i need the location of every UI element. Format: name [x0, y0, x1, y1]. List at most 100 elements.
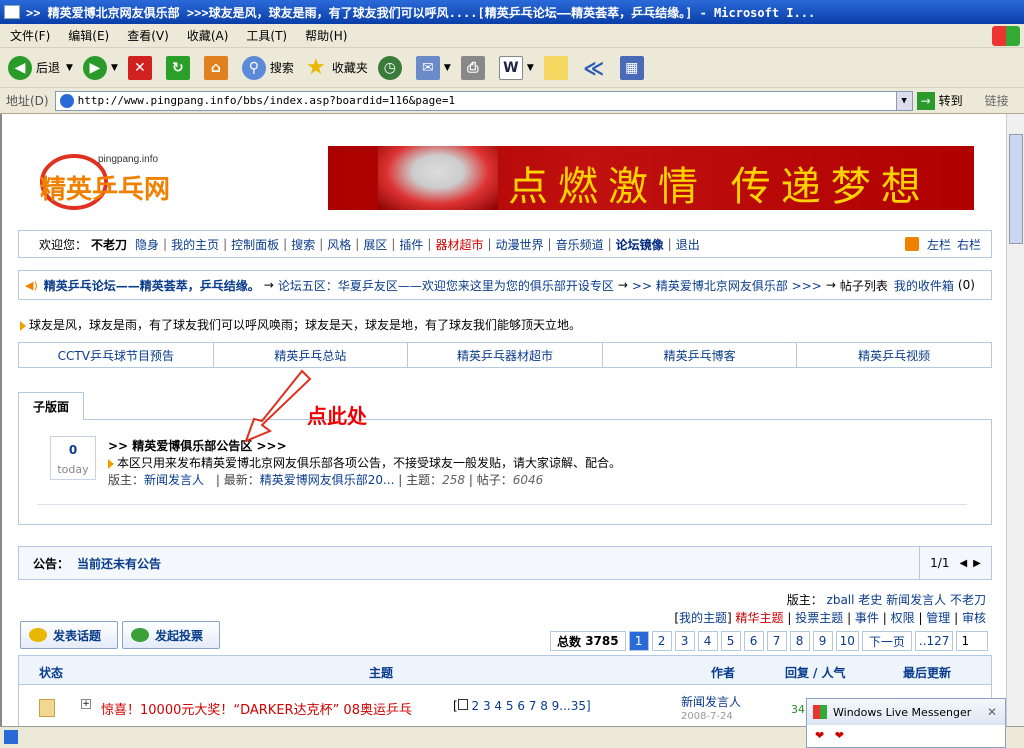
discuss-button[interactable] — [543, 55, 572, 80]
page-8[interactable]: 8 — [789, 631, 810, 651]
link-mirror[interactable]: 论坛镜像 — [616, 236, 664, 253]
link-homepage[interactable]: 我的主页 — [171, 236, 219, 253]
menu-favorites[interactable]: 收藏(A) — [187, 27, 229, 44]
address-input[interactable]: http://www.pingpang.info/bbs/index.asp?b… — [54, 90, 913, 111]
close-icon[interactable]: ✕ — [987, 705, 997, 719]
research-button[interactable]: ▦ — [619, 55, 648, 80]
page-jump-input[interactable]: 1 — [956, 631, 989, 651]
chevron-down-icon[interactable]: ▼ — [444, 63, 451, 73]
link-elite-topics[interactable]: 精华主题 — [736, 611, 784, 625]
page-1[interactable]: 1 — [628, 631, 649, 651]
mail-button[interactable]: ✉ ▼ — [415, 55, 451, 80]
link-gallery[interactable]: 展区 — [363, 236, 387, 253]
next-page-button[interactable]: 下一页 — [861, 631, 912, 651]
moderator-name[interactable]: 新闻发言人 — [886, 593, 946, 607]
page-9[interactable]: 9 — [812, 631, 833, 651]
expand-icon[interactable]: + — [81, 699, 91, 709]
breadcrumb-section[interactable]: 论坛五区：华夏乒友区——欢迎您来这里为您的俱乐部开设专区 — [278, 277, 614, 294]
subforum-latest-post[interactable]: 精英爱博网友俱乐部20... — [260, 473, 395, 487]
new-poll-button[interactable]: 发起投票 — [122, 621, 220, 649]
topic-title[interactable]: 惊喜！10000元大奖！“DARKER达克杯” 08奥运乒乓 — [101, 699, 412, 718]
rss-icon[interactable] — [904, 237, 919, 251]
page-4[interactable]: 4 — [697, 631, 718, 651]
announcement-text[interactable]: 当前还未有公告 — [77, 555, 161, 572]
messenger-popup[interactable]: Windows Live Messenger ✕ ❤ ❤ — [806, 698, 1006, 748]
link-permissions[interactable]: 权限 — [891, 611, 915, 625]
banner-image[interactable]: 点燃激情 传递梦想 — [328, 146, 974, 210]
page-2[interactable]: 2 — [651, 631, 672, 651]
edit-button[interactable]: W ▼ — [498, 55, 534, 80]
last-page-button[interactable]: ..127 — [914, 631, 954, 651]
link-equipment-shop[interactable]: 精英乒乓器材超市 — [408, 343, 603, 367]
moderator-name[interactable]: zball — [827, 593, 855, 607]
next-icon[interactable]: ▶ — [973, 558, 981, 569]
link-anime[interactable]: 动漫世界 — [496, 236, 544, 253]
link-vote-topics[interactable]: 投票主题 — [795, 611, 843, 625]
site-logo[interactable]: pingpang.info 精英乒乓网 — [36, 136, 186, 216]
tab-subforums[interactable]: 子版面 — [18, 392, 84, 420]
ie-page-icon — [59, 93, 74, 108]
favorites-button[interactable]: ★ 收藏夹 — [304, 55, 368, 80]
link-invisible[interactable]: 隐身 — [135, 236, 159, 253]
link-search[interactable]: 搜索 — [291, 236, 315, 253]
prev-icon[interactable]: ◀ — [959, 558, 967, 569]
chevron-down-icon[interactable]: ▼ — [66, 63, 73, 73]
link-style[interactable]: 风格 — [327, 236, 351, 253]
user-bar: 欢迎您： 不老刀 隐身 | 我的主页 | 控制面板 | 搜索 | 风格 | 展区 | 插件 |… — [18, 230, 992, 258]
link-inbox[interactable]: 我的收件箱 — [894, 277, 954, 294]
link-my-topics[interactable]: 我的主题 — [679, 611, 727, 625]
new-topic-button[interactable]: 发表话题 — [20, 621, 118, 649]
menu-help[interactable]: 帮助(H) — [305, 27, 347, 44]
menu-view[interactable]: 查看(V) — [127, 27, 169, 44]
scrollbar-thumb[interactable] — [1009, 134, 1023, 244]
link-events[interactable]: 事件 — [855, 611, 879, 625]
link-left-column[interactable]: 左栏 — [927, 236, 951, 253]
link-plugins[interactable]: 插件 — [399, 236, 423, 253]
topic-author[interactable]: 新闻发言人 — [681, 693, 741, 710]
chevron-down-icon[interactable]: ▼ — [111, 63, 118, 73]
menu-edit[interactable]: 编辑(E) — [68, 27, 109, 44]
topic-page-links[interactable]: 2 3 4 5 6 7 8 9...35] — [472, 699, 591, 713]
triangle-bullet-icon — [20, 320, 26, 331]
refresh-button[interactable]: ↻ — [165, 55, 194, 80]
link-music[interactable]: 音乐频道 — [556, 236, 604, 253]
history-button[interactable]: ◷ — [377, 55, 406, 80]
breadcrumb-club[interactable]: >> 精英爱博北京网友俱乐部 >>> — [632, 277, 822, 294]
link-video[interactable]: 精英乒乓视频 — [797, 343, 991, 367]
stop-button[interactable]: ✕ — [127, 55, 156, 80]
chevron-down-icon[interactable]: ▼ — [527, 63, 534, 73]
page-10[interactable]: 10 — [835, 631, 859, 651]
links-button[interactable]: 链接 — [985, 92, 1009, 109]
moderator-name[interactable]: 老史 — [858, 593, 882, 607]
moderator-name[interactable]: 不老刀 — [950, 593, 986, 607]
link-blog[interactable]: 精英乒乓博客 — [603, 343, 798, 367]
page-7[interactable]: 7 — [766, 631, 787, 651]
chevron-down-icon[interactable]: ▼ — [895, 91, 912, 110]
menu-tools[interactable]: 工具(T) — [246, 27, 287, 44]
breadcrumb-forum[interactable]: 精英乒乓论坛——精英荟萃，乒乓结缘。 — [44, 277, 260, 294]
page-5[interactable]: 5 — [720, 631, 741, 651]
link-control-panel[interactable]: 控制面板 — [231, 236, 279, 253]
total-label: 总数 — [557, 634, 582, 649]
search-button[interactable]: ⚲ 搜索 — [241, 55, 294, 80]
link-cctv-schedule[interactable]: CCTV乒乓球节目预告 — [19, 343, 214, 367]
link-equipment-market[interactable]: 器材超市 — [435, 236, 483, 253]
go-arrow-icon[interactable]: → — [916, 91, 935, 110]
col-replies[interactable]: 回复 — [785, 664, 809, 681]
back-button[interactable]: ◀ 后退 ▼ — [8, 55, 73, 80]
go-button[interactable]: 转到 — [939, 92, 963, 109]
link-logout[interactable]: 退出 — [676, 236, 700, 253]
home-button[interactable]: ⌂ — [203, 55, 232, 80]
link-review[interactable]: 审核 — [962, 611, 986, 625]
page-3[interactable]: 3 — [674, 631, 695, 651]
vertical-scrollbar[interactable] — [1006, 114, 1024, 726]
link-main-site[interactable]: 精英乒乓总站 — [214, 343, 409, 367]
page-6[interactable]: 6 — [743, 631, 764, 651]
link-manage[interactable]: 管理 — [926, 611, 950, 625]
menu-file[interactable]: 文件(F) — [10, 27, 50, 44]
forward-button[interactable]: ▶ ▼ — [82, 55, 118, 80]
subforum-moderator[interactable]: 新闻发言人 — [144, 473, 204, 487]
link-right-column[interactable]: 右栏 — [957, 236, 981, 253]
print-button[interactable]: ⎙ — [460, 55, 489, 80]
messenger-button[interactable]: ≪ — [582, 56, 610, 80]
